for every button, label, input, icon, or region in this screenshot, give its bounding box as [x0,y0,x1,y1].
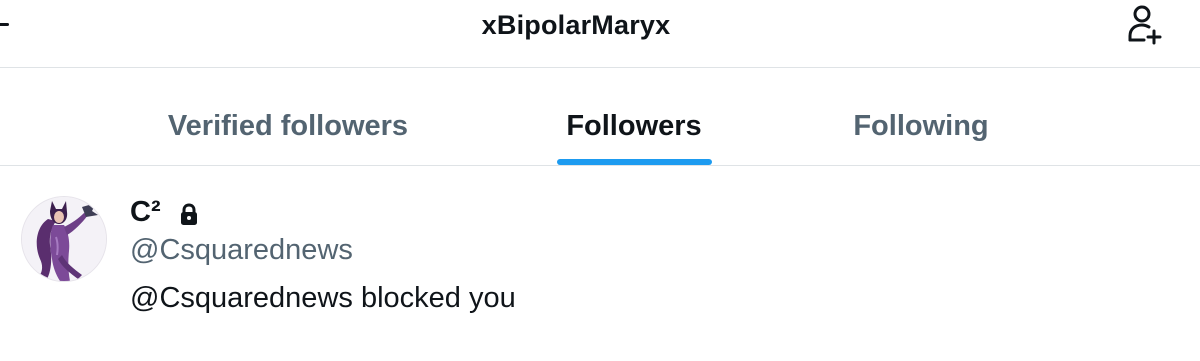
tab-followers[interactable]: Followers [540,68,728,165]
page-title: xBipolarMaryx [481,10,671,40]
tab-label: Verified followers [167,110,409,142]
active-tab-indicator [557,159,712,165]
add-user-icon [1128,5,1162,45]
lock-icon [181,203,197,225]
avatar-image [22,197,106,281]
tab-label: Following [853,110,989,142]
avatar[interactable] [21,196,107,282]
top-bar: xBipolarMaryx [0,0,1200,68]
tab-label: Followers [566,110,702,142]
tab-following[interactable]: Following [836,68,1006,165]
blocked-status: @Csquarednews blocked you [130,282,516,314]
list-item[interactable]: C² @Csquarednews @Csquarednews blocked y… [0,166,1200,361]
display-name: C² [130,196,161,228]
add-user-button[interactable] [1124,3,1168,47]
tab-verified-followers[interactable]: Verified followers [148,68,428,165]
follow-tabs: Verified followers Followers Following [0,68,1200,166]
user-handle: @Csquarednews [130,234,353,266]
